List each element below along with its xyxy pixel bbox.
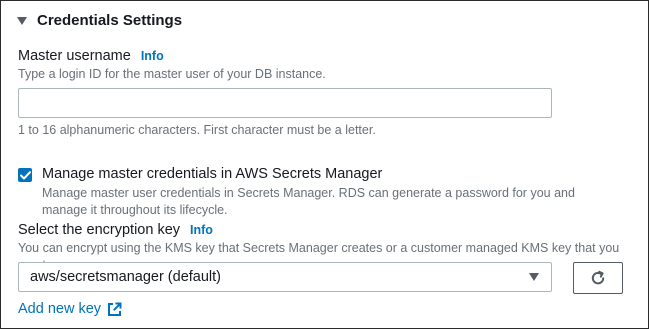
encryption-key-label-row: Select the encryption key Info: [18, 222, 213, 238]
checkmark-icon: [19, 170, 31, 179]
master-username-input[interactable]: [18, 88, 552, 118]
master-username-constraint: 1 to 16 alphanumeric characters. First c…: [18, 123, 376, 137]
section-title: Credentials Settings: [37, 12, 183, 29]
master-username-label: Master username: [18, 48, 131, 64]
master-username-description: Type a login ID for the master user of y…: [18, 67, 326, 81]
external-link-icon: [107, 302, 122, 317]
encryption-key-info-link[interactable]: Info: [190, 223, 213, 237]
refresh-button[interactable]: [573, 262, 623, 294]
encryption-key-label: Select the encryption key: [18, 222, 181, 238]
master-username-label-row: Master username Info: [18, 48, 164, 64]
credentials-settings-panel: Credentials Settings Master username Inf…: [0, 0, 649, 329]
caret-down-icon[interactable]: [17, 16, 27, 25]
encryption-key-select[interactable]: aws/secretsmanager (default): [18, 262, 552, 292]
add-new-key-label[interactable]: Add new key: [18, 301, 101, 317]
dropdown-caret-icon: [529, 273, 539, 281]
secrets-manager-label[interactable]: Manage master credentials in AWS Secrets…: [42, 166, 382, 182]
add-new-key-link[interactable]: Add new key: [18, 301, 122, 317]
encryption-key-selected-value: aws/secretsmanager (default): [30, 269, 221, 285]
secrets-manager-description-line1: Manage master user credentials in Secret…: [42, 186, 575, 200]
secrets-manager-checkbox[interactable]: [18, 168, 32, 182]
refresh-icon: [591, 270, 605, 285]
secrets-manager-description-line2: manage it throughout its lifecycle.: [42, 203, 228, 217]
section-header[interactable]: Credentials Settings: [17, 12, 182, 29]
master-username-info-link[interactable]: Info: [141, 49, 164, 63]
